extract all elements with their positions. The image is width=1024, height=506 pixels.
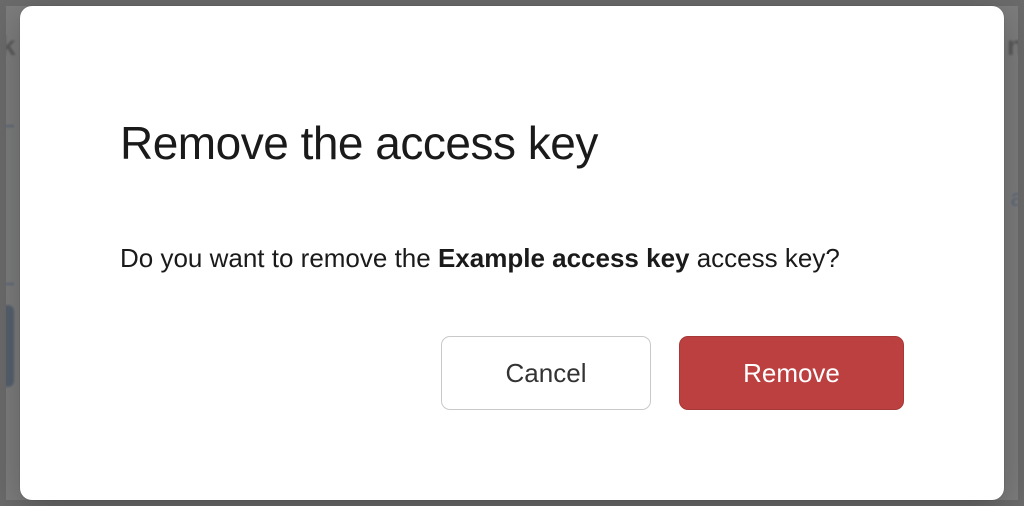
dialog-title: Remove the access key [120, 116, 914, 170]
dialog-body-prefix: Do you want to remove the [120, 243, 438, 273]
dialog-body-key-name: Example access key [438, 243, 690, 273]
cancel-button[interactable]: Cancel [441, 336, 651, 410]
remove-button[interactable]: Remove [679, 336, 904, 410]
dialog-body: Do you want to remove the Example access… [120, 240, 914, 276]
remove-access-key-dialog: Remove the access key Do you want to rem… [20, 6, 1004, 500]
dialog-body-suffix: access key? [690, 243, 840, 273]
dialog-actions: Cancel Remove [120, 336, 914, 410]
